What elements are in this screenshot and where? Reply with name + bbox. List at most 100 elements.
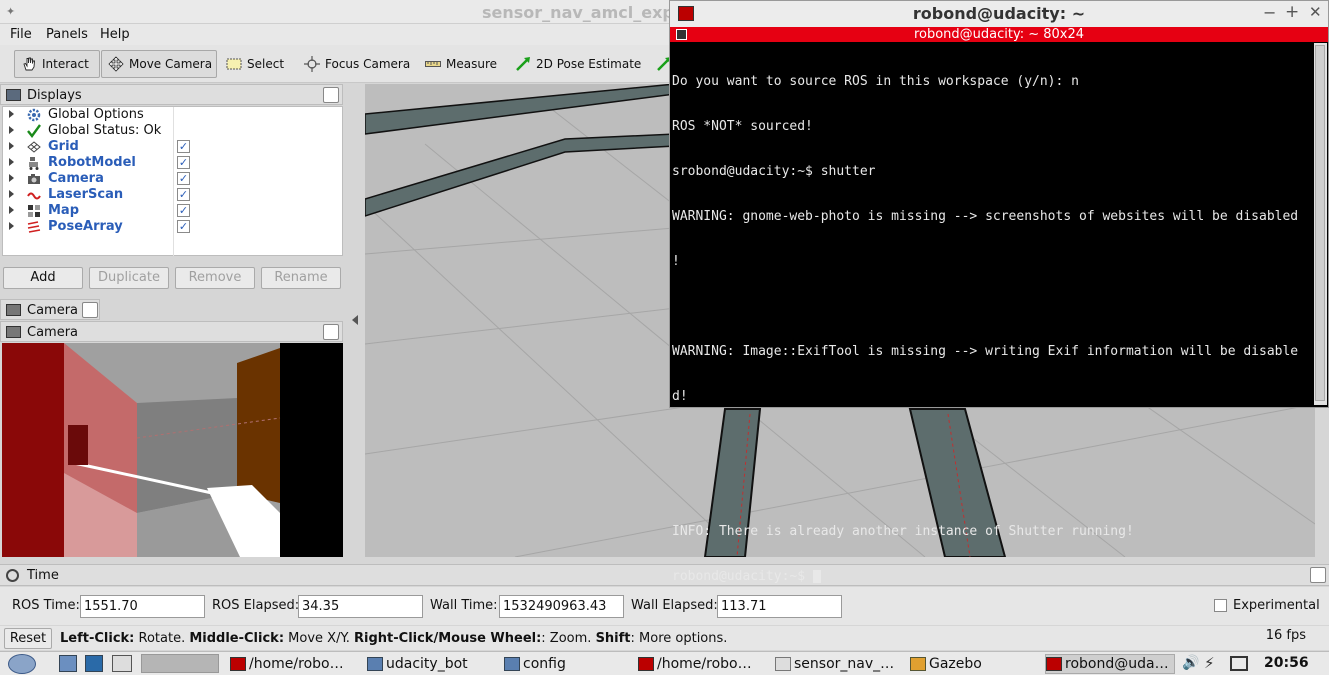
- task-terminal-2[interactable]: /home/robo…: [638, 654, 768, 674]
- workspace-switcher[interactable]: [141, 654, 219, 673]
- start-menu-icon[interactable]: [8, 654, 36, 674]
- display-enabled-checkbox[interactable]: ✓: [177, 188, 190, 201]
- browser-launcher-icon[interactable]: [85, 655, 103, 672]
- task-label: /home/robo…: [657, 656, 752, 672]
- terminal-tab-bar[interactable]: robond@udacity: ~ 80x24: [670, 27, 1328, 42]
- robot-icon: [27, 156, 41, 170]
- menu-help[interactable]: Help: [100, 27, 130, 42]
- remove-display-button[interactable]: Remove: [175, 267, 255, 289]
- display-enabled-checkbox[interactable]: ✓: [177, 140, 190, 153]
- terminal-line: WARNING: Image::ExifTool is missing --> …: [672, 344, 1299, 359]
- network-icon[interactable]: [1230, 656, 1248, 671]
- task-label: robond@uda…: [1065, 656, 1169, 672]
- taskbar-clock[interactable]: 20:56: [1264, 655, 1309, 671]
- expand-arrow-icon[interactable]: [9, 142, 14, 150]
- add-display-button[interactable]: Add: [3, 267, 83, 289]
- tool-focus-camera[interactable]: Focus Camera: [298, 50, 416, 78]
- laser-scan-icon: [27, 188, 41, 202]
- camera-dock-tab[interactable]: Camera: [0, 299, 100, 320]
- maximize-icon[interactable]: +: [1285, 2, 1299, 22]
- tool-measure-label: Measure: [446, 57, 497, 71]
- terminal-app-icon: [230, 657, 246, 671]
- expand-arrow-icon[interactable]: [9, 110, 14, 118]
- terminal-window[interactable]: robond@udacity: ~ − + ✕ robond@udacity: …: [669, 0, 1329, 584]
- display-item-label: Camera: [48, 171, 104, 186]
- camera-tab-label: Camera: [27, 303, 79, 318]
- tool-measure[interactable]: Measure: [419, 50, 503, 78]
- wall-time-field[interactable]: 1532490963.43: [499, 595, 624, 618]
- task-terminal-active[interactable]: robond@uda…: [1045, 654, 1175, 674]
- task-folder-udacity-bot[interactable]: udacity_bot: [367, 654, 497, 674]
- display-item-label: Global Status: Ok: [48, 123, 162, 138]
- volume-icon[interactable]: 🔊: [1182, 655, 1199, 671]
- expand-arrow-icon[interactable]: [9, 190, 14, 198]
- display-enabled-checkbox[interactable]: ✓: [177, 220, 190, 233]
- move-camera-icon: [108, 56, 124, 72]
- rename-display-button[interactable]: Rename: [261, 267, 341, 289]
- minimize-icon[interactable]: −: [1263, 3, 1276, 22]
- duplicate-display-button[interactable]: Duplicate: [89, 267, 169, 289]
- monitor-icon: [6, 89, 21, 101]
- terminal-titlebar[interactable]: robond@udacity: ~ − + ✕: [670, 1, 1328, 27]
- tool-interact[interactable]: Interact: [14, 50, 100, 78]
- display-item-posearray[interactable]: PoseArray ✓: [3, 219, 342, 235]
- rviz-window-title: sensor_nav_amcl_expl: [482, 3, 680, 22]
- tool-2d-pose-estimate[interactable]: 2D Pose Estimate: [509, 50, 647, 78]
- expand-arrow-icon[interactable]: [9, 206, 14, 214]
- task-rviz[interactable]: sensor_nav_…: [775, 654, 905, 674]
- map-icon: [27, 204, 41, 218]
- expand-arrow-icon[interactable]: [9, 222, 14, 230]
- file-manager-launcher-icon[interactable]: [59, 655, 77, 672]
- display-item-map[interactable]: Map ✓: [3, 203, 342, 219]
- tool-select[interactable]: Select: [220, 50, 290, 78]
- ros-time-field[interactable]: 1551.70: [80, 595, 205, 618]
- window-launcher-icon[interactable]: [112, 655, 132, 672]
- time-float-toggle[interactable]: [1310, 567, 1326, 583]
- power-icon[interactable]: ⚡: [1204, 654, 1215, 672]
- menu-panels[interactable]: Panels: [46, 27, 88, 42]
- camera-tab-float-toggle[interactable]: [82, 302, 98, 318]
- display-item-robotmodel[interactable]: RobotModel ✓: [3, 155, 342, 171]
- display-enabled-checkbox[interactable]: ✓: [177, 172, 190, 185]
- terminal-scrollbar[interactable]: [1314, 43, 1327, 405]
- collapse-panel-arrow-icon[interactable]: [352, 315, 358, 325]
- task-terminal-1[interactable]: /home/robo…: [230, 654, 360, 674]
- tool-move-camera[interactable]: Move Camera: [101, 50, 217, 78]
- task-gazebo[interactable]: Gazebo: [910, 654, 1040, 674]
- expand-arrow-icon[interactable]: [9, 126, 14, 134]
- terminal-cursor: [812, 570, 821, 583]
- display-item-global-options[interactable]: Global Options: [3, 107, 342, 123]
- display-item-laserscan[interactable]: LaserScan ✓: [3, 187, 342, 203]
- ros-elapsed-field[interactable]: 34.35: [298, 595, 423, 618]
- camera-panel-float-toggle[interactable]: [323, 324, 339, 340]
- terminal-app-icon: [638, 657, 654, 671]
- expand-arrow-icon[interactable]: [9, 174, 14, 182]
- expand-arrow-icon[interactable]: [9, 158, 14, 166]
- terminal-tab-title: robond@udacity: ~ 80x24: [913, 27, 1085, 42]
- displays-float-toggle[interactable]: [323, 87, 339, 103]
- display-item-camera[interactable]: Camera ✓: [3, 171, 342, 187]
- ruler-icon: [425, 56, 441, 72]
- terminal-output[interactable]: Do you want to source ROS in this worksp…: [672, 44, 1312, 584]
- task-folder-config[interactable]: config: [504, 654, 634, 674]
- display-enabled-checkbox[interactable]: ✓: [177, 204, 190, 217]
- terminal-line: ROS *NOT* sourced!: [672, 119, 813, 134]
- menu-file[interactable]: File: [10, 27, 32, 42]
- display-item-global-status[interactable]: Global Status: Ok: [3, 123, 342, 139]
- display-item-label: PoseArray: [48, 219, 123, 234]
- task-label: udacity_bot: [386, 656, 468, 672]
- green-arrow-icon: [515, 56, 531, 72]
- displays-panel-header: Displays: [0, 84, 343, 105]
- display-item-grid[interactable]: Grid ✓: [3, 139, 342, 155]
- status-hint-row: Reset Left-Click: Rotate. Middle-Click: …: [0, 626, 1329, 650]
- reset-button[interactable]: Reset: [4, 628, 52, 649]
- task-label: /home/robo…: [249, 656, 344, 672]
- folder-icon: [367, 657, 383, 671]
- display-item-label: Map: [48, 203, 80, 218]
- display-enabled-checkbox[interactable]: ✓: [177, 156, 190, 169]
- close-icon[interactable]: ✕: [1309, 3, 1322, 21]
- camera-panel-title: Camera: [27, 325, 79, 340]
- terminal-prompt-line[interactable]: robond@udacity:~$: [672, 569, 1312, 584]
- camera-image-view[interactable]: [2, 343, 343, 557]
